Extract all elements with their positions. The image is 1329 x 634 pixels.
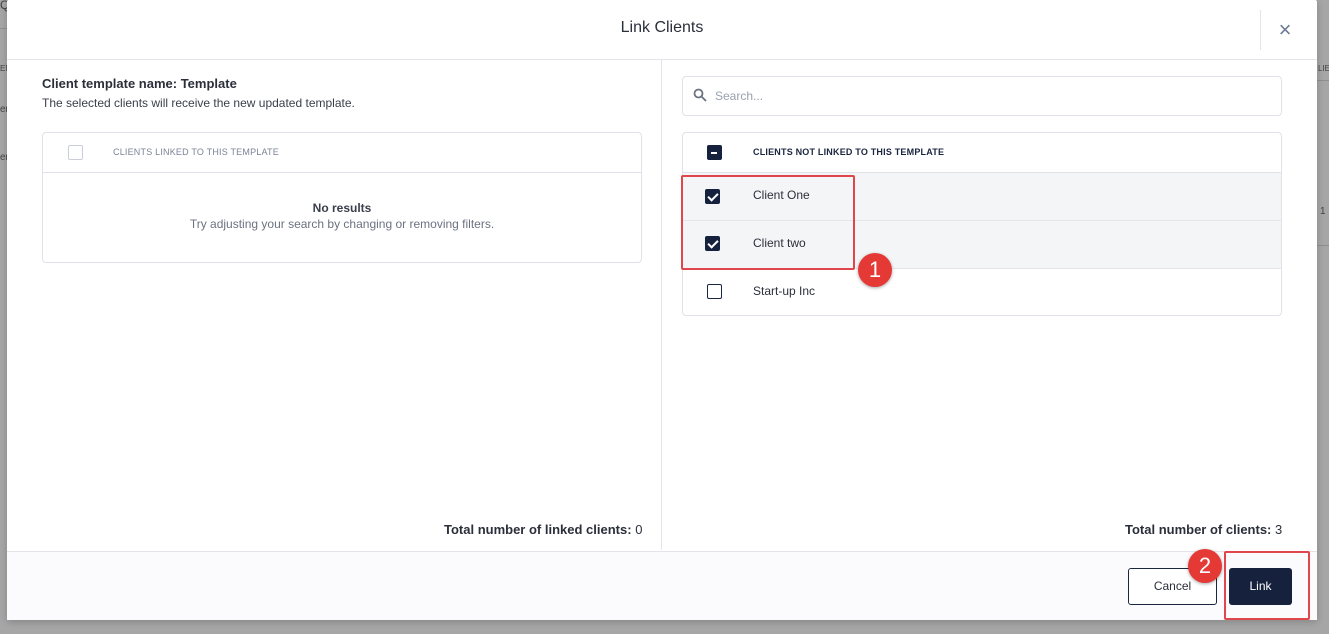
client-name: Start-up Inc — [753, 284, 816, 298]
search-icon — [693, 88, 707, 102]
template-description: The selected clients will receive the ne… — [42, 96, 355, 110]
link-clients-modal: Link Clients × Client template name: Tem… — [7, 0, 1317, 620]
select-all-linked-checkbox[interactable] — [68, 145, 83, 160]
linked-total-label: Total number of linked clients: — [444, 522, 632, 537]
close-icon[interactable]: × — [1273, 18, 1297, 42]
modal-footer: Cancel Link — [7, 551, 1317, 620]
annotation-highlight-1 — [681, 175, 855, 270]
bg-divider — [1317, 245, 1329, 246]
linked-total-value: 0 — [635, 522, 643, 537]
modal-title: Link Clients — [620, 19, 704, 36]
unlinked-clients-header-label: CLIENTS NOT LINKED TO THIS TEMPLATE — [753, 147, 945, 157]
empty-state-title: No results — [312, 201, 372, 215]
bg-divider — [0, 28, 7, 29]
linked-clients-total: Total number of linked clients: 0 — [444, 522, 642, 537]
bg-fragment: 1 — [1320, 206, 1326, 217]
bg-divider — [1317, 80, 1329, 81]
bg-fragment: LIE — [1318, 64, 1329, 73]
template-name: Client template name: Template — [42, 76, 237, 91]
clients-total-value: 3 — [1275, 522, 1283, 537]
empty-state-hint: Try adjusting your search by changing or… — [189, 217, 495, 231]
client-checkbox[interactable] — [707, 284, 722, 299]
unlinked-clients-header: CLIENTS NOT LINKED TO THIS TEMPLATE — [683, 133, 1281, 173]
search-input[interactable] — [715, 87, 1255, 105]
linked-clients-header: CLIENTS LINKED TO THIS TEMPLATE — [43, 133, 641, 173]
client-row[interactable]: Start-up Inc — [683, 269, 1281, 315]
header-divider — [1260, 10, 1261, 50]
modal-header: Link Clients × — [7, 0, 1317, 60]
annotation-highlight-2 — [1224, 551, 1310, 620]
annotation-badge-2: 2 — [1188, 549, 1222, 583]
annotation-badge-1: 1 — [858, 253, 892, 287]
select-all-unlinked-checkbox[interactable] — [707, 145, 722, 160]
linked-clients-header-label: CLIENTS LINKED TO THIS TEMPLATE — [113, 147, 279, 157]
pane-divider — [661, 60, 662, 550]
clients-total-label: Total number of clients: — [1125, 522, 1272, 537]
unlinked-clients-total: Total number of clients: 3 — [1125, 522, 1282, 537]
search-box[interactable] — [682, 76, 1282, 116]
linked-clients-table: CLIENTS LINKED TO THIS TEMPLATE No resul… — [42, 132, 642, 263]
